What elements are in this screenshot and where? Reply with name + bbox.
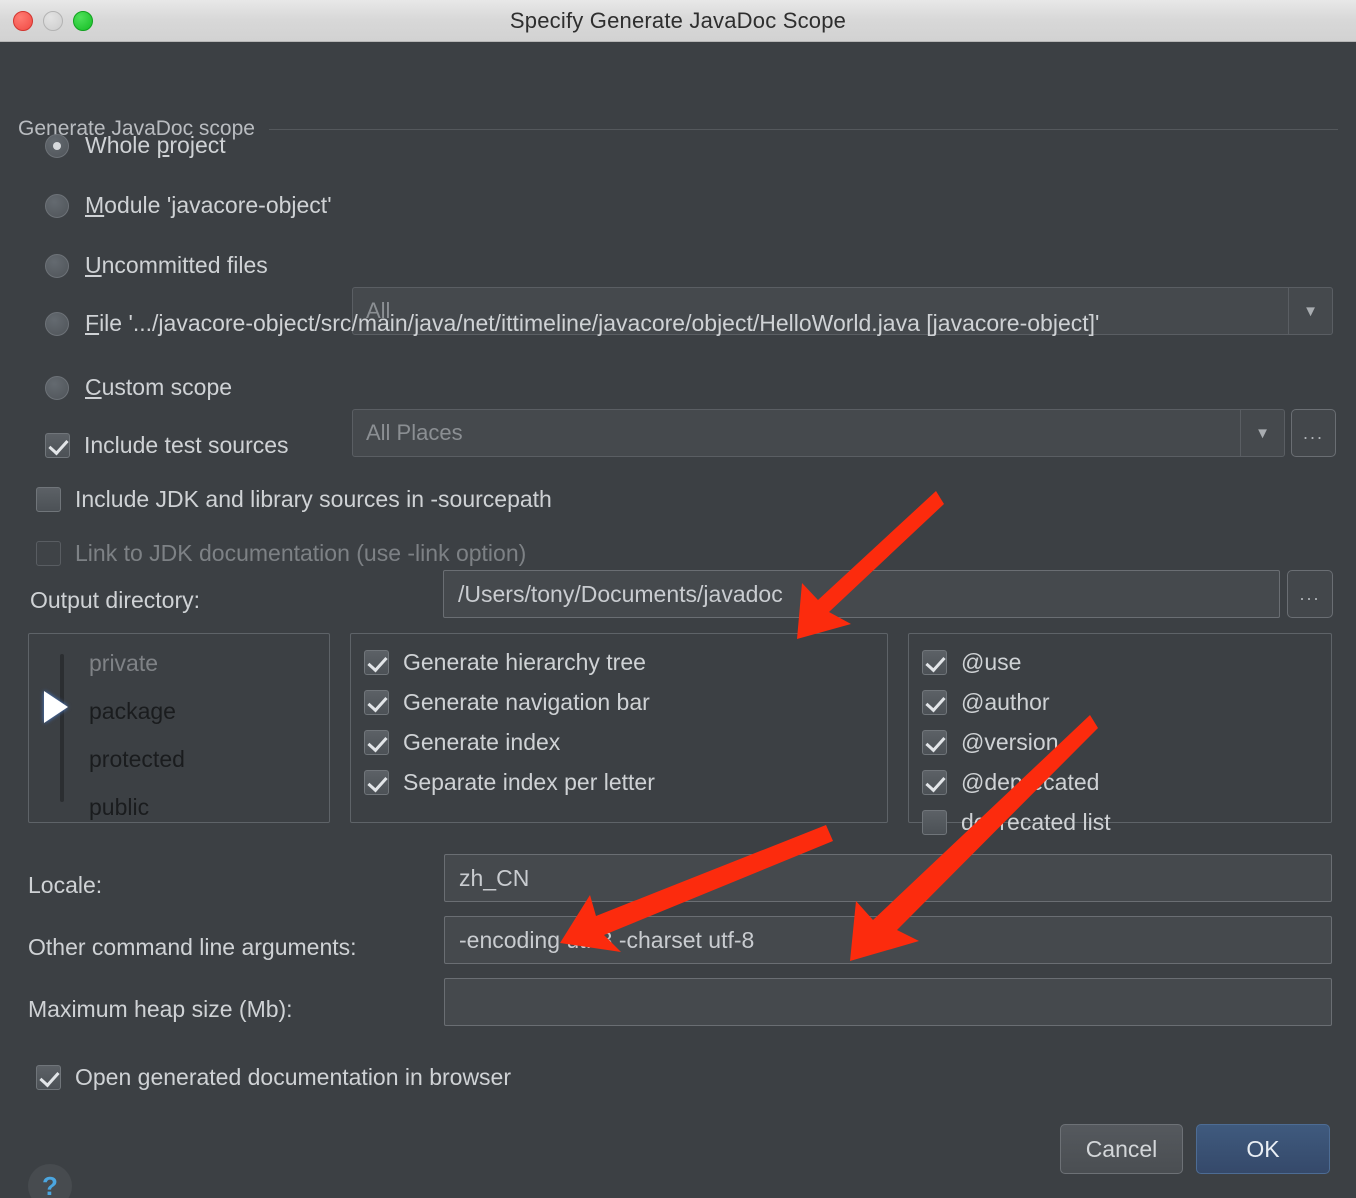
checkbox-label-generate-index: Generate index [403, 729, 561, 755]
checkbox-indicator-include-test-sources[interactable] [45, 433, 70, 458]
checkbox-use[interactable]: @use [922, 649, 1021, 676]
output-directory-field[interactable]: /Users/tony/Documents/javadoc [443, 570, 1280, 618]
heap-size-label: Maximum heap size (Mb): [28, 996, 293, 1022]
checkbox-label-separate-index-per-letter: Separate index per letter [403, 769, 655, 795]
radio-label-whole-project: Whole project [85, 132, 226, 158]
checkbox-include-jdk-library-sources[interactable]: Include JDK and library sources in -sour… [36, 486, 552, 513]
checkbox-indicator-deprecated[interactable] [922, 770, 947, 795]
custom-scope-browse-button[interactable]: ... [1291, 409, 1336, 457]
visibility-item-package[interactable]: package [89, 698, 176, 725]
radio-uncommitted-files[interactable]: Uncommitted files [45, 252, 268, 279]
minimize-button[interactable] [43, 10, 63, 31]
other-args-label: Other command line arguments: [28, 934, 357, 960]
other-args-field[interactable]: -encoding utf-8 -charset utf-8 [444, 916, 1332, 964]
checkbox-label-deprecated: @deprecated [961, 769, 1100, 795]
checkbox-label-generate-navigation-bar: Generate navigation bar [403, 689, 650, 715]
custom-scope-combo[interactable]: All Places ▼ [352, 409, 1285, 457]
generate-options-panel: Generate hierarchy tree Generate navigat… [350, 633, 888, 823]
checkbox-generate-navigation-bar[interactable]: Generate navigation bar [364, 689, 650, 716]
checkbox-label-link-to-jdk-documentation: Link to JDK documentation (use -link opt… [75, 540, 527, 566]
radio-label-uncommitted-files: Uncommitted files [85, 252, 268, 278]
output-directory-value: /Users/tony/Documents/javadoc [458, 580, 783, 607]
checkbox-label-include-jdk-library-sources: Include JDK and library sources in -sour… [75, 486, 552, 512]
other-args-value: -encoding utf-8 -charset utf-8 [459, 926, 755, 953]
radio-whole-project[interactable]: Whole project [45, 132, 226, 159]
visibility-slider-track[interactable] [60, 654, 64, 802]
visibility-item-protected[interactable]: protected [89, 746, 185, 773]
checkbox-indicator-author[interactable] [922, 690, 947, 715]
checkbox-label-deprecated-list: deprecated list [961, 809, 1111, 835]
checkbox-indicator-generate-hierarchy-tree[interactable] [364, 650, 389, 675]
window-controls [13, 10, 93, 31]
checkbox-separate-index-per-letter[interactable]: Separate index per letter [364, 769, 655, 796]
tag-options-panel: @use @author @version @deprecated deprec… [908, 633, 1332, 835]
checkbox-indicator-open-in-browser[interactable] [36, 1065, 61, 1090]
checkbox-indicator-link-to-jdk-documentation[interactable] [36, 541, 61, 566]
chevron-down-icon[interactable]: ▼ [1240, 410, 1284, 456]
checkbox-include-test-sources[interactable]: Include test sources [45, 432, 289, 459]
heap-size-field[interactable] [444, 978, 1332, 1026]
radio-custom-scope[interactable]: Custom scope [45, 374, 232, 401]
radio-indicator-whole-project[interactable] [45, 133, 69, 158]
cancel-button[interactable]: Cancel [1060, 1124, 1183, 1174]
checkbox-indicator-use[interactable] [922, 650, 947, 675]
visibility-panel[interactable]: private package protected public [28, 633, 330, 823]
visibility-item-public[interactable]: public [89, 794, 149, 821]
custom-scope-combo-value: All Places [366, 420, 463, 445]
checkbox-label-version: @version [961, 729, 1059, 755]
checkbox-indicator-separate-index-per-letter[interactable] [364, 770, 389, 795]
radio-label-custom-scope: Custom scope [85, 374, 233, 400]
visibility-slider-thumb[interactable] [44, 691, 68, 723]
window-titlebar: Specify Generate JavaDoc Scope [0, 0, 1356, 42]
checkbox-label-author: @author [961, 689, 1050, 715]
checkbox-label-include-test-sources: Include test sources [84, 432, 289, 458]
checkbox-open-in-browser[interactable]: Open generated documentation in browser [36, 1064, 511, 1091]
radio-indicator-uncommitted-files[interactable] [45, 253, 69, 278]
output-directory-label: Output directory: [30, 587, 201, 613]
radio-module[interactable]: Module 'javacore-object' [45, 192, 332, 219]
chevron-down-icon[interactable]: ▼ [1288, 288, 1332, 334]
radio-label-module: Module 'javacore-object' [85, 192, 332, 218]
checkbox-indicator-version[interactable] [922, 730, 947, 755]
group-divider [268, 128, 1338, 130]
checkbox-deprecated[interactable]: @deprecated [922, 769, 1099, 796]
close-button[interactable] [13, 10, 33, 31]
radio-label-file: File '.../javacore-object/src/main/java/… [85, 310, 1100, 336]
checkbox-author[interactable]: @author [922, 689, 1050, 716]
locale-field[interactable]: zh_CN [444, 854, 1332, 902]
checkbox-version[interactable]: @version [922, 729, 1059, 756]
help-icon[interactable]: ? [28, 1164, 72, 1198]
checkbox-label-open-in-browser: Open generated documentation in browser [75, 1064, 512, 1090]
checkbox-indicator-generate-index[interactable] [364, 730, 389, 755]
checkbox-deprecated-list[interactable]: deprecated list [922, 809, 1111, 836]
checkbox-generate-hierarchy-tree[interactable]: Generate hierarchy tree [364, 649, 646, 676]
checkbox-label-use: @use [961, 649, 1022, 675]
radio-indicator-custom-scope[interactable] [45, 375, 69, 400]
checkbox-link-to-jdk-documentation[interactable]: Link to JDK documentation (use -link opt… [36, 540, 526, 567]
checkbox-indicator-include-jdk-library-sources[interactable] [36, 487, 61, 512]
checkbox-indicator-generate-navigation-bar[interactable] [364, 690, 389, 715]
checkbox-label-generate-hierarchy-tree: Generate hierarchy tree [403, 649, 646, 675]
checkbox-generate-index[interactable]: Generate index [364, 729, 560, 756]
maximize-button[interactable] [73, 10, 93, 31]
locale-label: Locale: [28, 872, 103, 898]
window-title: Specify Generate JavaDoc Scope [509, 7, 847, 33]
locale-value: zh_CN [459, 864, 530, 891]
ok-button[interactable]: OK [1196, 1124, 1330, 1174]
javadoc-scope-dialog: Generate JavaDoc scope Whole project Mod… [0, 42, 1356, 1198]
radio-indicator-file[interactable] [45, 311, 69, 336]
visibility-item-private[interactable]: private [89, 650, 158, 677]
checkbox-indicator-deprecated-list[interactable] [922, 810, 947, 835]
radio-indicator-module[interactable] [45, 193, 69, 218]
radio-file[interactable]: File '.../javacore-object/src/main/java/… [45, 310, 1099, 337]
output-directory-browse-button[interactable]: ... [1287, 570, 1333, 618]
